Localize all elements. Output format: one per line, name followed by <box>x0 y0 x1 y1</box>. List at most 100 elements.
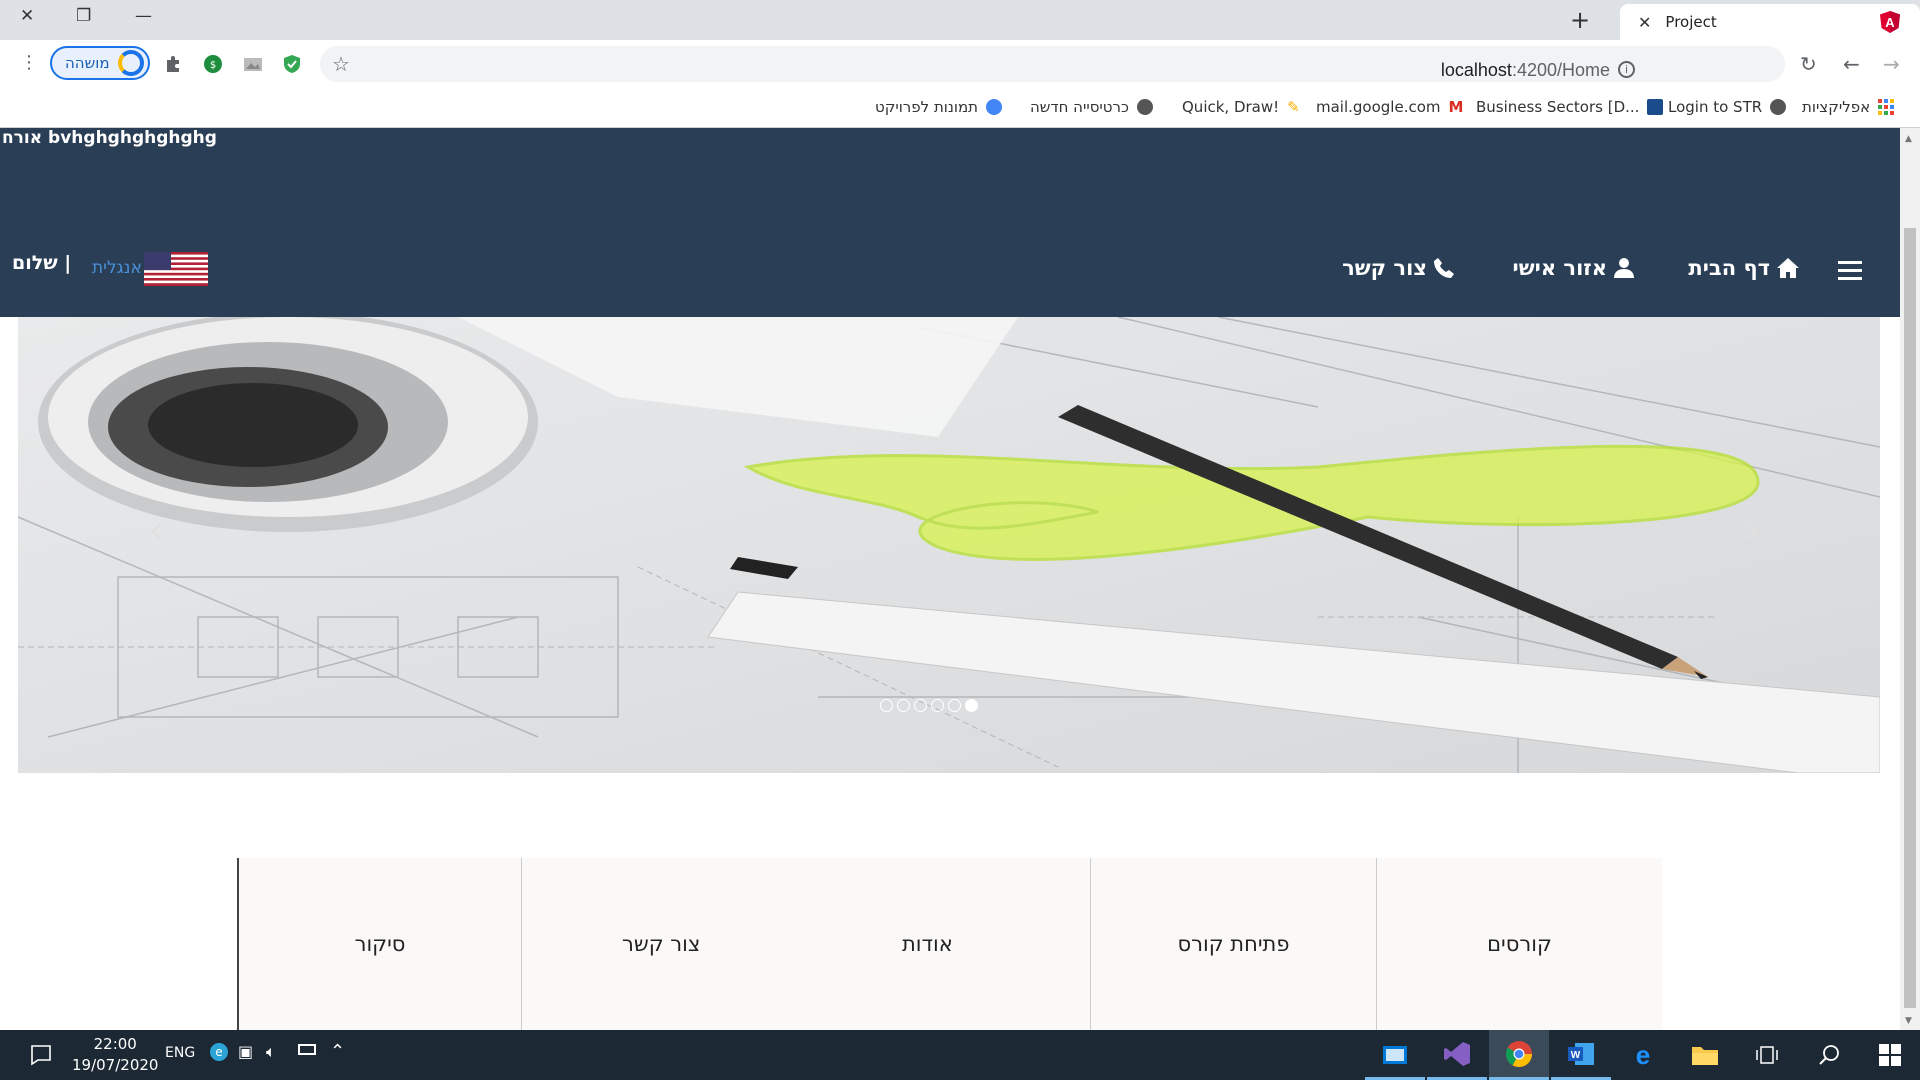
image-extension-icon[interactable] <box>243 54 263 74</box>
user-icon <box>1614 258 1634 278</box>
svg-text:$: $ <box>210 60 216 71</box>
puzzle-extensions-icon[interactable] <box>163 54 183 74</box>
bookmark-star-icon[interactable]: ☆ <box>332 52 350 76</box>
svg-text:A: A <box>1885 15 1895 30</box>
url-text[interactable]: localhost:4200/Home <box>1441 60 1610 81</box>
box-about[interactable]: אודות צור קשר <box>521 858 1090 1030</box>
tray-app-icon[interactable]: e <box>210 1043 228 1061</box>
carousel-dot[interactable] <box>965 699 978 712</box>
minimize-window-icon[interactable]: — <box>135 6 152 26</box>
nav-home[interactable]: דף הבית <box>1688 256 1800 280</box>
toolbar: ⋮ מושהה $ ☆ localhost:4200/Home i ↻ ← → <box>0 40 1920 88</box>
taskbar-task-view[interactable] <box>1737 1030 1797 1080</box>
bookmark-quick-draw[interactable]: Quick, Draw! ✎ <box>1182 98 1300 116</box>
new-tab-button[interactable]: + <box>1570 6 1590 34</box>
globe-icon <box>1770 99 1787 115</box>
carousel-prev-icon[interactable]: ‹ <box>148 507 164 553</box>
globe-icon <box>1136 99 1153 115</box>
shield-extension-icon[interactable] <box>282 54 302 74</box>
bookmark-apps[interactable]: אפליקציות <box>1802 98 1895 116</box>
svg-text:W: W <box>1571 1050 1581 1061</box>
quickdraw-icon: ✎ <box>1287 98 1300 116</box>
category-boxes: קורסים פתיחת קורס אודות צור קשר סיקור <box>237 858 1662 1030</box>
profile-avatar-icon <box>117 50 144 76</box>
reload-icon[interactable]: ↻ <box>1800 52 1817 76</box>
back-arrow-icon[interactable]: ← <box>1843 52 1860 76</box>
scroll-up-icon[interactable]: ▲ <box>1905 134 1912 144</box>
input-language[interactable]: ENG <box>165 1045 195 1061</box>
bookmark-project-images[interactable]: תמונות לפרויקט <box>875 98 1003 116</box>
visual-studio-icon <box>1444 1041 1470 1066</box>
bookmark-login-str[interactable]: Login to STR <box>1668 98 1787 116</box>
battery-icon[interactable] <box>298 1044 316 1055</box>
taskbar-app-store[interactable] <box>1365 1030 1425 1080</box>
notifications-icon[interactable] <box>30 1044 52 1066</box>
page-scrollbar[interactable]: ▲ ▼ <box>1900 128 1920 1030</box>
profile-label: מושהה <box>65 54 110 72</box>
angular-icon: A <box>1880 11 1900 33</box>
bookmarks-bar: אפליקציות Login to STR Business Sectors … <box>0 88 1920 128</box>
forward-arrow-icon[interactable]: → <box>1883 52 1900 76</box>
carousel-next-icon[interactable]: › <box>1744 507 1760 553</box>
hamburger-menu-icon[interactable] <box>1838 256 1862 285</box>
carousel-indicators <box>880 699 978 712</box>
box-courses[interactable]: קורסים <box>1376 858 1662 1030</box>
task-view-icon <box>1756 1046 1778 1064</box>
scroll-down-icon[interactable]: ▼ <box>1905 1016 1912 1026</box>
carousel-dot[interactable] <box>914 699 927 712</box>
carousel-dot[interactable] <box>948 699 961 712</box>
folder-icon <box>1692 1047 1718 1065</box>
taskbar-file-explorer[interactable] <box>1675 1030 1735 1080</box>
user-greeting-line: bvhghghghghghg אורח <box>2 128 217 148</box>
box-contact-label[interactable]: צור קשר <box>622 932 700 956</box>
gmail-icon: M <box>1448 98 1464 116</box>
tab-strip: ✕ ❐ — + ✕ Project A <box>0 0 1920 40</box>
language-link[interactable]: אנגלית <box>92 258 142 278</box>
phone-icon <box>1434 258 1454 278</box>
carousel-dot[interactable] <box>931 699 944 712</box>
web-page: bvhghghghghghg אורח דף הבית אזור אישי צו… <box>0 128 1900 1030</box>
network-icon[interactable]: ▣ <box>238 1042 253 1061</box>
nav-contact[interactable]: צור קשר <box>1342 256 1455 280</box>
address-bar[interactable]: ☆ localhost:4200/Home i <box>320 46 1785 82</box>
carousel-dot[interactable] <box>897 699 910 712</box>
volume-icon[interactable]: 🔈︎ <box>266 1042 276 1062</box>
taskbar-edge[interactable]: e <box>1613 1030 1673 1080</box>
bookmark-gmail[interactable]: mail.google.com M <box>1316 98 1463 116</box>
green-extension-icon[interactable]: $ <box>203 54 223 74</box>
taskbar-word[interactable]: W <box>1551 1030 1611 1080</box>
bookmark-business-sectors[interactable]: Business Sectors [D... <box>1476 98 1664 116</box>
restore-window-icon[interactable]: ❐ <box>76 6 91 26</box>
site-header: bvhghghghghghg אורח דף הבית אזור אישי צו… <box>0 128 1900 317</box>
show-hidden-icons-chevron-up-icon[interactable]: ⌃ <box>330 1041 345 1062</box>
taskbar-chrome[interactable] <box>1489 1030 1549 1080</box>
edge-icon: e <box>1636 1042 1650 1068</box>
word-icon: W <box>1568 1042 1594 1065</box>
windows-start-icon <box>1879 1044 1901 1066</box>
profile-button[interactable]: מושהה <box>50 46 150 80</box>
bookmark-new-tab[interactable]: כרטיסייה חדשה <box>1030 98 1153 116</box>
scroll-thumb[interactable] <box>1904 228 1916 1008</box>
us-flag-icon[interactable] <box>144 252 208 286</box>
search-icon <box>1819 1045 1839 1065</box>
tab-close-icon[interactable]: ✕ <box>1638 13 1651 32</box>
taskbar-search[interactable] <box>1799 1030 1859 1080</box>
tab-title: Project <box>1665 13 1717 31</box>
browser-tab[interactable]: ✕ Project A <box>1620 4 1920 40</box>
site-info-icon[interactable]: i <box>1618 61 1635 78</box>
taskbar-start[interactable] <box>1860 1030 1920 1080</box>
taskbar-visual-studio[interactable] <box>1427 1030 1487 1080</box>
box-coverage[interactable]: סיקור <box>237 858 521 1030</box>
box-open-course[interactable]: פתיחת קורס <box>1090 858 1376 1030</box>
taskbar-clock[interactable]: 22:00 19/07/2020 <box>72 1034 158 1076</box>
carousel-dot[interactable] <box>880 699 893 712</box>
close-window-icon[interactable]: ✕ <box>20 6 34 26</box>
home-icon <box>1777 258 1799 278</box>
svg-text:e: e <box>1636 1042 1650 1068</box>
nav-personal-area[interactable]: אזור אישי <box>1513 256 1635 280</box>
windows-taskbar: 22:00 19/07/2020 ENG e ▣ 🔈︎ ⌃ W e <box>0 1030 1920 1080</box>
menu-dots-icon[interactable]: ⋮ <box>20 52 38 73</box>
store-icon <box>1383 1045 1407 1064</box>
bot-icon <box>986 99 1003 115</box>
image-carousel[interactable]: ‹ › <box>18 317 1880 773</box>
